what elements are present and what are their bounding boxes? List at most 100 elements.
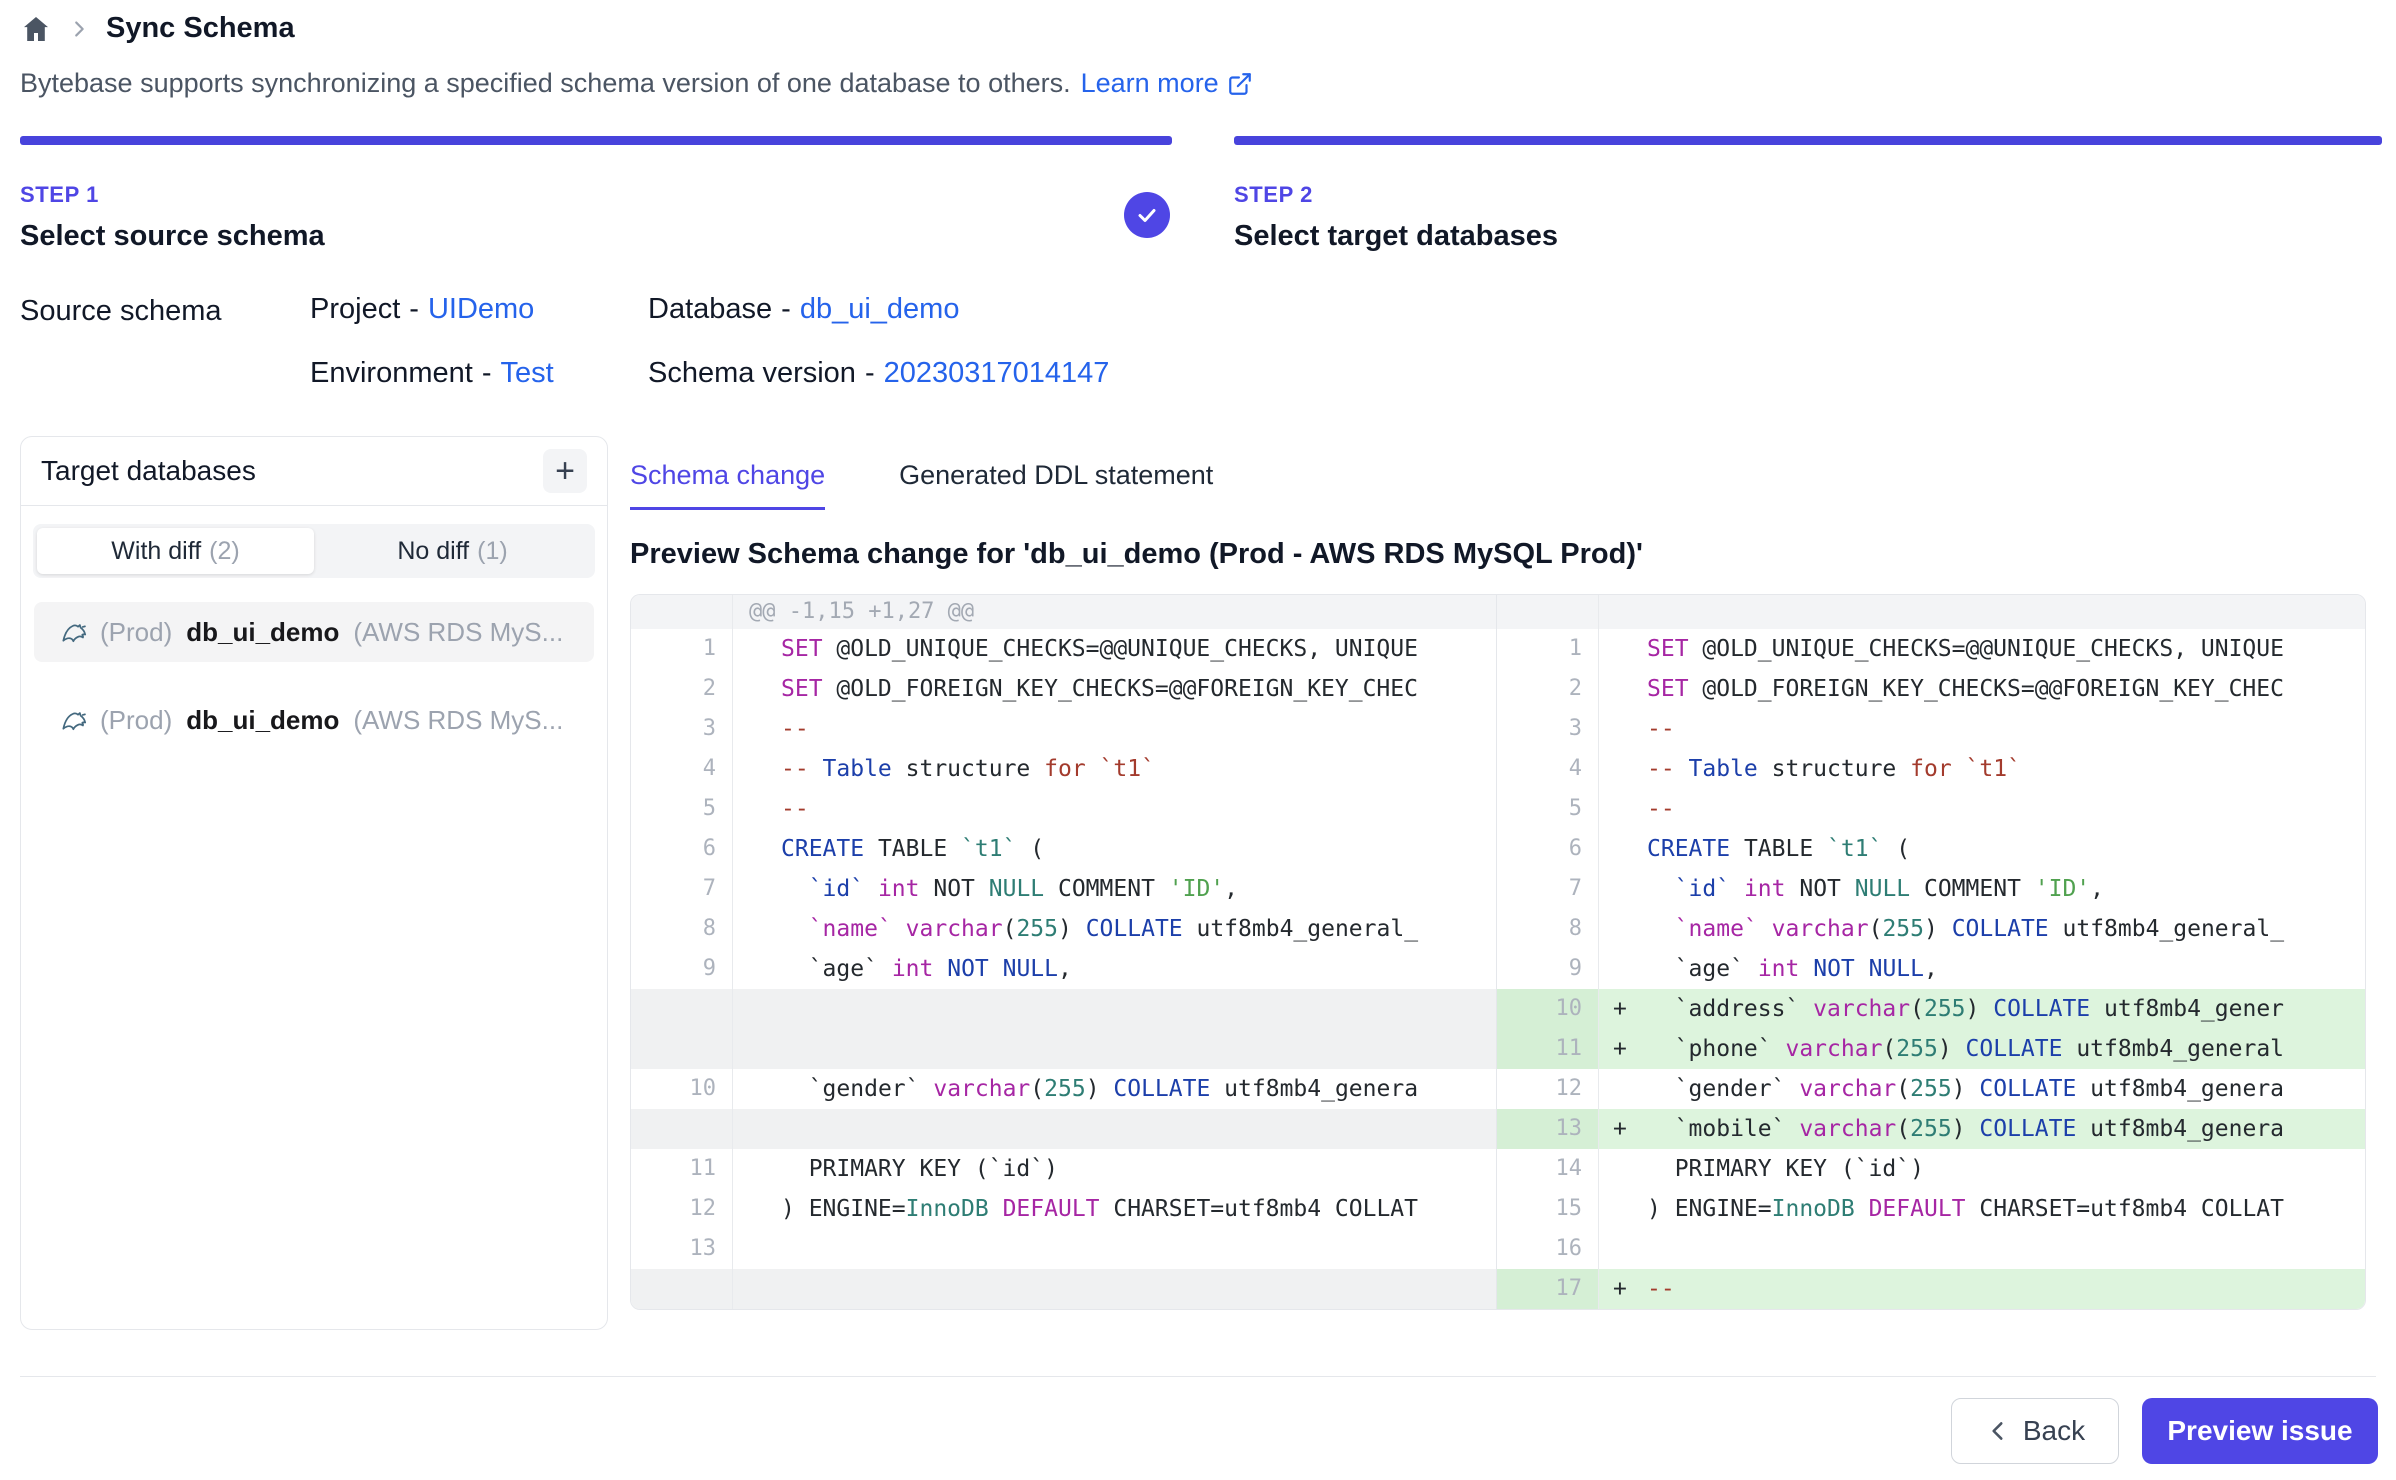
code-token: COLLATE	[1952, 916, 2049, 942]
diff-filter-tabs: With diff(2)No diff(1)	[33, 524, 595, 578]
diff-code-row: 5--	[631, 789, 1496, 829]
code-token: --	[1647, 756, 1689, 782]
code-token	[1647, 876, 1675, 902]
code-line: +--	[1599, 1269, 2365, 1309]
code-token: ,	[1058, 956, 1072, 982]
code-token: ,	[2090, 876, 2104, 902]
code-token: 255	[1924, 996, 1966, 1022]
code-token: NOT NULL	[1813, 956, 1924, 982]
code-token: `t1`	[961, 836, 1016, 862]
code-token: 255	[1896, 1036, 1938, 1062]
code-token: COLLATE	[1979, 1116, 2076, 1142]
field-value-link[interactable]: UIDemo	[428, 293, 534, 325]
diff-code-row: 9 `age` int NOT NULL,	[631, 949, 1496, 989]
mysql-icon	[58, 616, 90, 648]
target-database-item[interactable]: (Prod) db_ui_demo (AWS RDS MyS...	[34, 690, 594, 750]
line-number	[631, 1029, 733, 1069]
code-token: SET	[781, 676, 823, 702]
tab-generated-ddl[interactable]: Generated DDL statement	[899, 460, 1213, 510]
code-token	[1952, 756, 1966, 782]
diff-placeholder-row	[631, 1029, 1496, 1069]
tab-no-diff[interactable]: No diff(1)	[314, 528, 591, 574]
diff-code-row: 6CREATE TABLE `t1` (	[1497, 829, 2365, 869]
line-number: 11	[1497, 1029, 1599, 1069]
code-token: NULL	[989, 876, 1044, 902]
code-token: InnoDB	[906, 1196, 989, 1222]
added-line-marker: +	[1613, 1029, 1627, 1069]
line-number	[631, 595, 733, 629]
code-token: @OLD_FOREIGN_KEY_CHECKS=@@FOREIGN_KEY_CH…	[823, 676, 1418, 702]
line-number: 1	[1497, 629, 1599, 669]
code-token: SET	[1647, 636, 1689, 662]
field-value-link[interactable]: Test	[500, 357, 553, 389]
database-environment: (Prod)	[100, 617, 172, 648]
home-icon[interactable]	[20, 13, 52, 45]
code-token: varchar	[1772, 916, 1869, 942]
line-number: 17	[1497, 1269, 1599, 1309]
code-line	[1599, 595, 2365, 629]
code-line: @@ -1,15 +1,27 @@	[733, 595, 1496, 629]
code-line: SET @OLD_FOREIGN_KEY_CHECKS=@@FOREIGN_KE…	[733, 669, 1496, 709]
database-instance-suffix: (AWS RDS MyS...	[353, 705, 563, 736]
step2-progress-bar	[1234, 136, 2382, 145]
code-token: COLLATE	[1086, 916, 1183, 942]
diff-code-row: 5--	[1497, 789, 2365, 829]
code-token: int	[1744, 876, 1786, 902]
target-database-item[interactable]: (Prod)db_ui_demo(AWS RDS MyS...	[34, 602, 594, 662]
line-number	[631, 1269, 733, 1309]
source-field-project: Project-UIDemo	[310, 293, 534, 326]
preview-issue-button[interactable]: Preview issue	[2142, 1398, 2378, 1464]
line-number: 7	[1497, 869, 1599, 909]
field-value-link[interactable]: 20230317014147	[884, 357, 1110, 389]
code-line: `id` int NOT NULL COMMENT 'ID',	[1599, 869, 2365, 909]
breadcrumb-chevron-icon	[68, 18, 90, 40]
diff-code-row: 6CREATE TABLE `t1` (	[631, 829, 1496, 869]
code-token	[1758, 916, 1772, 942]
tab-with-diff[interactable]: With diff(2)	[37, 528, 314, 574]
code-line: SET @OLD_UNIQUE_CHECKS=@@UNIQUE_CHECKS, …	[1599, 629, 2365, 669]
code-token: 255	[1910, 1116, 1952, 1142]
code-token	[1730, 876, 1744, 902]
diff-placeholder-row	[631, 1109, 1496, 1149]
diff-pane-target: 1SET @OLD_UNIQUE_CHECKS=@@UNIQUE_CHECKS,…	[1497, 595, 2365, 1309]
added-line-marker: +	[1613, 989, 1627, 1029]
database-name: db_ui_demo	[186, 705, 339, 736]
code-token: COLLATE	[1966, 1036, 2063, 1062]
code-token: CHARSET=utf8mb4 COLLAT	[1100, 1196, 1419, 1222]
line-number: 5	[631, 789, 733, 829]
learn-more-link[interactable]: Learn more	[1081, 68, 1253, 99]
database-environment: (Prod)	[100, 705, 172, 736]
code-token: varchar	[1813, 996, 1910, 1022]
add-target-database-button[interactable]: +	[543, 449, 587, 493]
tab-count: (2)	[209, 537, 240, 566]
code-token: SET	[781, 636, 823, 662]
schema-tabs: Schema change Generated DDL statement	[630, 460, 1213, 510]
code-token: `id`	[809, 876, 864, 902]
code-token: NOT	[920, 876, 989, 902]
line-number: 3	[1497, 709, 1599, 749]
back-button[interactable]: Back	[1951, 1398, 2119, 1464]
code-token: DEFAULT	[1003, 1196, 1100, 1222]
code-token: `gender`	[1647, 1076, 1799, 1102]
tab-schema-change[interactable]: Schema change	[630, 460, 825, 510]
code-token: (	[1882, 1036, 1896, 1062]
code-token: `t1`	[1827, 836, 1882, 862]
code-line: `id` int NOT NULL COMMENT 'ID',	[733, 869, 1496, 909]
code-token: --	[781, 716, 809, 742]
mysql-icon	[58, 704, 90, 736]
code-token: utf8mb4_genera	[1210, 1076, 1418, 1102]
diff-code-row: 12 `gender` varchar(255) COLLATE utf8mb4…	[1497, 1069, 2365, 1109]
code-token: varchar	[906, 916, 1003, 942]
code-token	[781, 916, 809, 942]
code-token: ) ENGINE=	[1647, 1196, 1772, 1222]
step1-progress-bar	[20, 136, 1172, 145]
diff-hunk-header-row: @@ -1,15 +1,27 @@	[631, 595, 1496, 629]
code-token: int	[878, 876, 920, 902]
code-token	[781, 876, 809, 902]
field-value-link[interactable]: db_ui_demo	[800, 293, 960, 325]
source-field-database: Database-db_ui_demo	[648, 293, 959, 326]
code-token: )	[1952, 1116, 1980, 1142]
line-number: 9	[631, 949, 733, 989]
code-line: + `phone` varchar(255) COLLATE utf8mb4_g…	[1599, 1029, 2365, 1069]
line-number: 8	[631, 909, 733, 949]
